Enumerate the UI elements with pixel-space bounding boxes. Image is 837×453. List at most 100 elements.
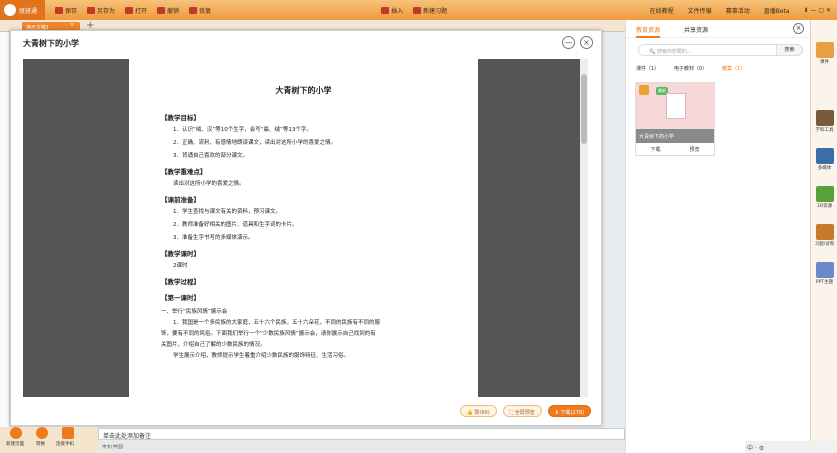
link-live[interactable]: 直播Beta	[764, 6, 790, 15]
doc-line: 2．教师准备好相关的图片、道具和生字词的卡片。	[173, 222, 298, 228]
card-download-button[interactable]: 下载	[650, 146, 660, 153]
resource-panel: 教育资源 共享资源 × 🔍 搜索你想要的... 搜索 课件（1） 电子教材（0）…	[625, 20, 810, 453]
new-page-label: 新建页面	[6, 442, 24, 447]
section-heading: 【教学过程】	[161, 278, 200, 286]
redo-icon	[189, 6, 198, 14]
panel-tabs: 教育资源 共享资源 ×	[626, 20, 810, 38]
title-toolbar: 班班通 保存 另存为 打开 撤销 恢复 插入 新建习题 在线教程 文件传输 赛事…	[0, 0, 837, 20]
section-heading: 【教学目标】	[161, 114, 200, 122]
tool-ppt-theme[interactable]: PPT主题	[814, 262, 835, 285]
window-controls[interactable]: ⬇ — ▢ ✕	[804, 7, 831, 14]
tool-3d[interactable]: 3D资源	[814, 186, 835, 209]
redo-button[interactable]: 恢复	[189, 6, 211, 15]
link-events[interactable]: 赛事活动	[726, 6, 750, 15]
convert-label: 转换	[36, 442, 45, 447]
insert-button[interactable]: 插入	[381, 6, 403, 15]
link-tutorial[interactable]: 在线教程	[650, 6, 674, 15]
save-as-label: 另存为	[97, 7, 116, 15]
redo-label: 恢复	[199, 7, 212, 15]
preview-footer: 👍 赞(60) ⛶ 全屏预览 ⬇ 下载(278)	[454, 405, 591, 417]
tool-label: 学科工具	[815, 128, 834, 133]
doc-paragraph: 关图片，介绍自己了解的少数民族的情况。	[161, 342, 266, 348]
save-icon	[55, 6, 63, 14]
tab-shared-resources[interactable]: 共享资源	[684, 25, 708, 34]
link-file-transfer[interactable]: 文件传输	[688, 6, 712, 15]
doc-line: 3．准备生字书写的多媒体演示。	[173, 235, 254, 241]
app-logo: 班班通	[0, 0, 45, 20]
new-exercise-label: 新建习题	[423, 7, 448, 15]
insert-icon	[381, 6, 390, 14]
close-icon[interactable]: ×	[70, 22, 74, 28]
insert-label: 插入	[391, 7, 404, 15]
download-label: 下载(278)	[560, 410, 584, 416]
doc-paragraph-head: 一、举行“民族风情”展示会	[161, 309, 228, 315]
slide-thumbnail-strip	[0, 32, 10, 427]
save-button[interactable]: 保存	[55, 6, 77, 15]
ppt-theme-icon	[815, 262, 834, 278]
phone-icon[interactable]	[62, 427, 74, 439]
resource-card[interactable]: 最新 大青树下的小学 下载 预览	[635, 82, 715, 156]
search-button[interactable]: 搜索	[776, 44, 803, 56]
system-tray[interactable]: 中 · ⚙	[745, 441, 837, 453]
doc-line: 1．学生查找与课文有关的资料，预习课文。	[173, 209, 282, 215]
courseware-icon	[815, 42, 834, 58]
card-preview-button[interactable]: 预览	[689, 146, 699, 153]
top-right-links: 在线教程 文件传输 赛事活动 直播Beta ⬇ — ▢ ✕	[650, 0, 837, 20]
save-as-icon	[87, 6, 96, 14]
tab-education-resources[interactable]: 教育资源	[636, 25, 661, 38]
tool-label: 多媒体	[817, 166, 832, 171]
subtab-lesson-plan[interactable]: 教案（1）	[722, 65, 745, 72]
tool-label: 习题/试卷	[814, 242, 835, 247]
tool-multimedia[interactable]: 多媒体	[814, 148, 835, 171]
save-label: 保存	[65, 7, 78, 15]
new-exercise-button[interactable]: 新建习题	[413, 6, 447, 15]
subject-tool-icon	[815, 110, 834, 126]
document-scrollbar[interactable]	[580, 59, 588, 397]
doc-line: 读出对这所小学的喜爱之情。	[173, 181, 245, 187]
minimize-button[interactable]: —	[562, 36, 575, 49]
convert-icon[interactable]	[36, 427, 48, 439]
card-actions: 下载 预览	[636, 143, 714, 155]
fullscreen-label: 全屏预览	[514, 410, 535, 416]
bottom-left-actions: 新建页面 转换 连接手机	[0, 427, 98, 453]
preview-title: 大青树下的小学	[23, 39, 79, 48]
exercise-tool-icon	[815, 224, 834, 240]
tool-label: 课件	[820, 60, 829, 65]
multimedia-icon	[815, 148, 834, 164]
save-as-button[interactable]: 另存为	[87, 6, 115, 15]
document-viewer: 大青树下的小学 【教学目标】 1．认识“绒、汉”等10个生字，会写“晨、绒”等1…	[23, 59, 588, 397]
panel-close-icon[interactable]: ×	[793, 23, 804, 34]
new-page-icon[interactable]	[10, 427, 22, 439]
phone-label: 连接手机	[56, 442, 74, 447]
undo-button[interactable]: 撤销	[157, 6, 179, 15]
doc-line: 1．认识“绒、汉”等10个生字，会写“晨、绒”等13个字。	[173, 127, 312, 133]
fullscreen-button[interactable]: ⛶ 全屏预览	[502, 405, 542, 417]
status-bar: 中文(中国)	[98, 441, 625, 453]
right-toolbar: 课件 学科工具 多媒体 3D资源 习题/试卷 PPT主题	[810, 20, 837, 453]
tool-courseware[interactable]: 课件	[814, 42, 835, 65]
tool-exercise[interactable]: 习题/试卷	[814, 224, 835, 247]
download-button[interactable]: ⬇ 下载(278)	[547, 405, 591, 417]
logo-text: 班班通	[19, 7, 38, 15]
search-placeholder: 搜索你想要的...	[656, 49, 692, 55]
doc-paragraph: 1．我国是一个多民族的大家庭，五十六个民族，五十六朵花，不同的民族有不同的服	[173, 320, 381, 326]
doc-line: 2课时	[173, 263, 188, 269]
card-thumbnail: 最新	[636, 83, 714, 129]
doc-title: 大青树下的小学	[275, 86, 332, 95]
undo-icon	[157, 6, 166, 14]
section-heading: 【教学课时】	[161, 250, 200, 258]
notes-input[interactable]: 单击此处添加备注	[98, 428, 625, 440]
section-heading: 【第一课时】	[161, 294, 200, 302]
tool-label: PPT主题	[815, 280, 834, 285]
open-button[interactable]: 打开	[125, 6, 147, 15]
subtab-courseware[interactable]: 课件（1）	[636, 65, 659, 72]
tool-label: 3D资源	[816, 204, 833, 209]
subtab-textbook[interactable]: 电子教材（0）	[674, 65, 707, 72]
like-button[interactable]: 👍 赞(60)	[459, 405, 497, 417]
close-button[interactable]: ×	[580, 36, 593, 49]
like-label: 赞(60)	[474, 410, 490, 416]
scroll-thumb[interactable]	[581, 74, 587, 144]
tool-subject[interactable]: 学科工具	[814, 110, 835, 133]
exercise-icon	[413, 6, 422, 14]
logo-icon	[4, 4, 16, 16]
